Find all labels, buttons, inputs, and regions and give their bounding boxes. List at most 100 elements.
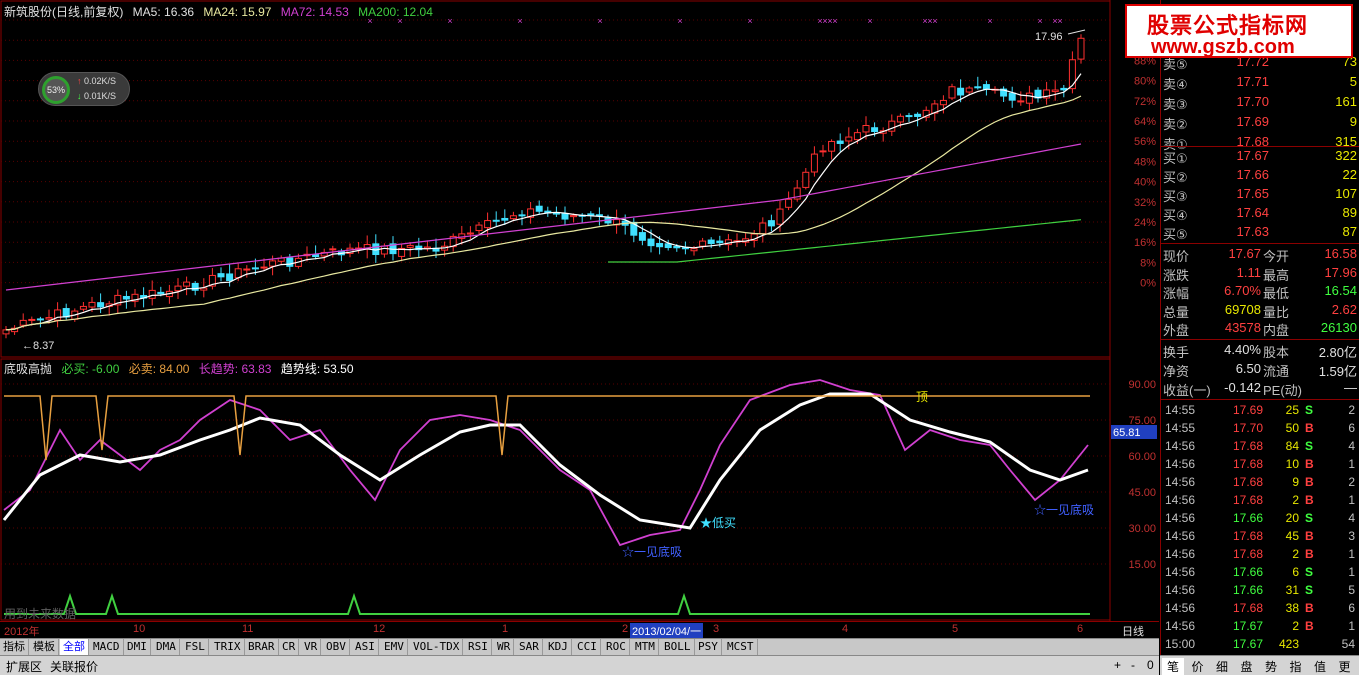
tab-roc[interactable]: ROC xyxy=(603,639,630,656)
tick-volume: 423 xyxy=(1278,637,1299,651)
zoom-in-button[interactable]: + xyxy=(1110,658,1125,672)
tab-emv[interactable]: EMV xyxy=(381,639,408,656)
candle-body xyxy=(28,318,36,321)
quote-value: 17.67 xyxy=(1228,246,1261,261)
quote-key: 涨跌 xyxy=(1163,267,1190,283)
right-tab-5[interactable]: 指 xyxy=(1285,658,1307,675)
quote-row: 外盘 43578 内盘 26130 xyxy=(1161,320,1359,338)
ma-legend: 新筑股份(日线,前复权) MA5: 16.36 MA24: 15.97 MA72… xyxy=(4,3,439,20)
tab-related-quote[interactable]: 关联报价 xyxy=(46,658,102,675)
reset-button[interactable]: 0 xyxy=(1143,658,1158,672)
right-tab-3[interactable]: 盘 xyxy=(1236,658,1258,675)
tab-extension[interactable]: 扩展区 xyxy=(2,658,46,675)
candle-body xyxy=(1060,87,1068,91)
tab-trix[interactable]: TRIX xyxy=(211,639,245,656)
right-tab-2[interactable]: 细 xyxy=(1211,658,1233,675)
signal-marker: × xyxy=(1057,16,1062,26)
tick-side: S xyxy=(1305,403,1314,417)
tab-boll[interactable]: BOLL xyxy=(661,639,695,656)
tick-volume: 10 xyxy=(1285,457,1299,471)
tab-dma[interactable]: DMA xyxy=(153,639,180,656)
buy-price: 17.63 xyxy=(1236,224,1269,239)
tick-time: 14:56 xyxy=(1165,583,1196,597)
tick-count: 4 xyxy=(1348,511,1355,525)
bottom-annotation: ☆一见底吸 xyxy=(1034,502,1094,517)
chart-area[interactable]: 104%96%88%80%72%64%56%48%40%32%24%16%8%0… xyxy=(0,0,1159,675)
candle-body xyxy=(1077,37,1085,60)
candle-body xyxy=(2,329,10,335)
tab-kdj[interactable]: KDJ xyxy=(545,639,572,656)
candle-body xyxy=(647,238,655,247)
tab-obv[interactable]: OBV xyxy=(323,639,350,656)
legend-title: 新筑股份(日线,前复权) xyxy=(4,5,124,19)
candle-body xyxy=(36,318,44,321)
candle-body xyxy=(905,115,913,118)
tab-全部[interactable]: 全部 xyxy=(60,639,89,656)
buy-price: 17.67 xyxy=(1236,148,1269,163)
tab-mcst[interactable]: MCST xyxy=(724,639,758,656)
candle-body xyxy=(982,84,990,90)
tab-psy[interactable]: PSY xyxy=(695,639,722,656)
signal-marker: × xyxy=(517,16,522,26)
tab-cci[interactable]: CCI xyxy=(574,639,601,656)
tab-sar[interactable]: SAR xyxy=(516,639,543,656)
long-trend-line xyxy=(3,379,1089,547)
sell-price: 17.69 xyxy=(1236,114,1269,129)
indicator-panel-frame xyxy=(0,358,1111,621)
tab-vol-tdx[interactable]: VOL-TDX xyxy=(410,639,464,656)
tab-模板[interactable]: 模板 xyxy=(30,639,59,656)
signal-marker: × xyxy=(1037,16,1042,26)
tick-count: 54 xyxy=(1341,637,1355,651)
right-tab-0[interactable]: 笔 xyxy=(1162,658,1184,675)
tab-rsi[interactable]: RSI xyxy=(465,639,492,656)
date-label: 5 xyxy=(952,623,959,635)
tick-volume: 31 xyxy=(1285,583,1299,597)
low-buy-annotation: ★低买 xyxy=(700,516,736,530)
network-speed-widget[interactable]: 53% ↑ 0.02K/S ↓ 0.01K/S xyxy=(38,72,130,106)
right-tab-1[interactable]: 价 xyxy=(1187,658,1209,675)
tick-time: 14:56 xyxy=(1165,529,1196,543)
tab-fsl[interactable]: FSL xyxy=(182,639,209,656)
right-tab-7[interactable]: 更 xyxy=(1334,658,1356,675)
tab-asi[interactable]: ASI xyxy=(352,639,379,656)
tab-mtm[interactable]: MTM xyxy=(632,639,659,656)
sell-volume: 5 xyxy=(1349,74,1357,89)
buy-label: 买① xyxy=(1163,151,1188,166)
candle-body xyxy=(286,257,294,267)
candle-body xyxy=(552,212,560,215)
quote-key: 外盘 xyxy=(1163,323,1190,338)
right-tab-4[interactable]: 势 xyxy=(1260,658,1282,675)
quote-value: 69708 xyxy=(1224,301,1261,317)
candle-body xyxy=(587,213,595,216)
tick-row: 15:00 17.67 423 54 xyxy=(1161,637,1359,655)
buy-row: 买② 17.66 22 xyxy=(1161,167,1359,185)
buy-price: 17.65 xyxy=(1236,186,1269,201)
tick-row: 14:56 17.68 2 B 1 xyxy=(1161,547,1359,565)
tab-指标[interactable]: 指标 xyxy=(0,639,29,656)
buy-label: 买③ xyxy=(1163,189,1188,204)
date-label: 6 xyxy=(1077,623,1084,635)
tab-brar[interactable]: BRAR xyxy=(245,639,279,656)
quote-value: 1.59亿 xyxy=(1318,364,1357,379)
zoom-out-button[interactable]: - xyxy=(1127,658,1139,672)
ma200-line xyxy=(608,219,1082,263)
period-label[interactable]: 日线 xyxy=(1122,623,1144,639)
tick-volume: 25 xyxy=(1285,403,1299,417)
tab-vr[interactable]: VR xyxy=(301,639,322,656)
tab-wr[interactable]: WR xyxy=(494,639,515,656)
quote-row: 现价 17.67 今开 16.58 xyxy=(1161,246,1359,264)
candle-body xyxy=(509,215,517,220)
tab-macd[interactable]: MACD xyxy=(90,639,124,656)
right-tab-6[interactable]: 值 xyxy=(1309,658,1331,675)
tick-price: 17.68 xyxy=(1232,457,1263,471)
legend-ma5: MA5: 16.36 xyxy=(132,5,195,19)
candle-body xyxy=(466,232,474,235)
tick-row: 14:56 17.66 6 S 1 xyxy=(1161,565,1359,583)
quote-key: 现价 xyxy=(1163,249,1190,264)
tab-dmi[interactable]: DMI xyxy=(124,639,151,656)
tick-price: 17.69 xyxy=(1232,403,1263,417)
tab-cr[interactable]: CR xyxy=(279,639,300,656)
tick-volume: 2 xyxy=(1292,547,1299,561)
speed-percent: 53% xyxy=(42,76,70,104)
tick-count: 1 xyxy=(1348,457,1355,471)
